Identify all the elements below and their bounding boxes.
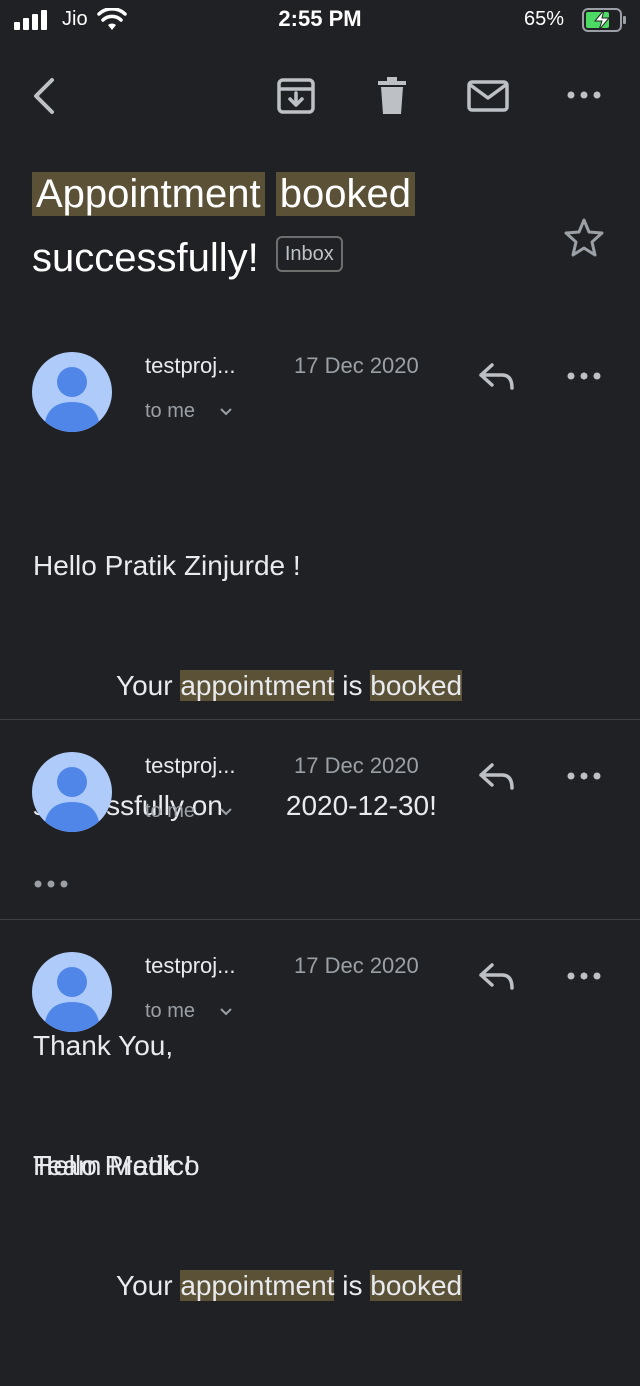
message-body: Hello Pratik ! Your appointment is booke… [33, 1066, 463, 1386]
body-line: Your appointment is booked [33, 666, 463, 706]
divider [0, 919, 640, 920]
chevron-down-icon[interactable] [219, 407, 233, 417]
star-icon[interactable] [563, 217, 605, 257]
chevron-down-icon[interactable] [219, 1007, 233, 1017]
body-highlight: booked [370, 670, 463, 701]
subject-rest: successfully! [32, 236, 259, 280]
recipient-details[interactable]: to me [145, 400, 195, 423]
avatar[interactable] [32, 752, 112, 832]
avatar[interactable] [32, 352, 112, 432]
body-date: 2020-12-30! [285, 790, 437, 821]
message-date: 17 Dec 2020 [294, 753, 419, 778]
body-text: is [334, 1270, 371, 1301]
body-highlight: booked [370, 1270, 463, 1301]
reply-icon[interactable] [478, 362, 516, 390]
reply-icon[interactable] [478, 762, 516, 790]
more-icon[interactable] [567, 971, 601, 981]
email-subject: Appointment booked successfully! Inbox [32, 162, 552, 290]
archive-icon[interactable] [276, 77, 316, 115]
body-text: Your [116, 670, 181, 701]
body-line: Your appointment is booked [33, 1266, 463, 1306]
battery-charging-icon [582, 8, 626, 32]
chevron-down-icon[interactable] [219, 807, 233, 817]
battery-percentage: 65% [524, 8, 565, 30]
subject-highlight-2: booked [275, 172, 415, 216]
divider [0, 719, 640, 720]
more-icon[interactable] [567, 371, 601, 381]
message-date: 17 Dec 2020 [294, 353, 419, 378]
body-greeting: Hello Pratik ! [33, 1150, 192, 1181]
recipient-details[interactable]: to me [145, 1000, 195, 1023]
body-text: Your [116, 1270, 181, 1301]
subject-highlight-1: Appointment [32, 172, 265, 216]
more-icon[interactable] [567, 90, 601, 100]
body-highlight: appointment [180, 670, 335, 701]
sender-name[interactable]: testproj... [145, 953, 235, 979]
sender-name[interactable]: testproj... [145, 753, 235, 779]
sender-name[interactable]: testproj... [145, 353, 235, 379]
person-icon [44, 967, 100, 1032]
recipient-details[interactable]: to me [145, 800, 195, 823]
message-date: 17 Dec 2020 [294, 953, 419, 978]
show-trimmed-content-icon[interactable] [34, 879, 68, 889]
body-greeting: Hello Pratik Zinjurde ! [33, 550, 301, 581]
body-highlight: appointment [180, 1270, 335, 1301]
body-text: is [334, 670, 371, 701]
person-icon [44, 767, 100, 832]
back-arrow-icon[interactable] [30, 76, 60, 116]
inbox-label-badge[interactable]: Inbox [275, 236, 343, 273]
body-signoff: Thank You, [33, 1030, 174, 1061]
person-icon [44, 367, 100, 432]
reply-icon[interactable] [478, 962, 516, 990]
avatar[interactable] [32, 952, 112, 1032]
trash-icon[interactable] [376, 76, 408, 116]
more-icon[interactable] [567, 771, 601, 781]
mail-icon[interactable] [467, 80, 509, 112]
